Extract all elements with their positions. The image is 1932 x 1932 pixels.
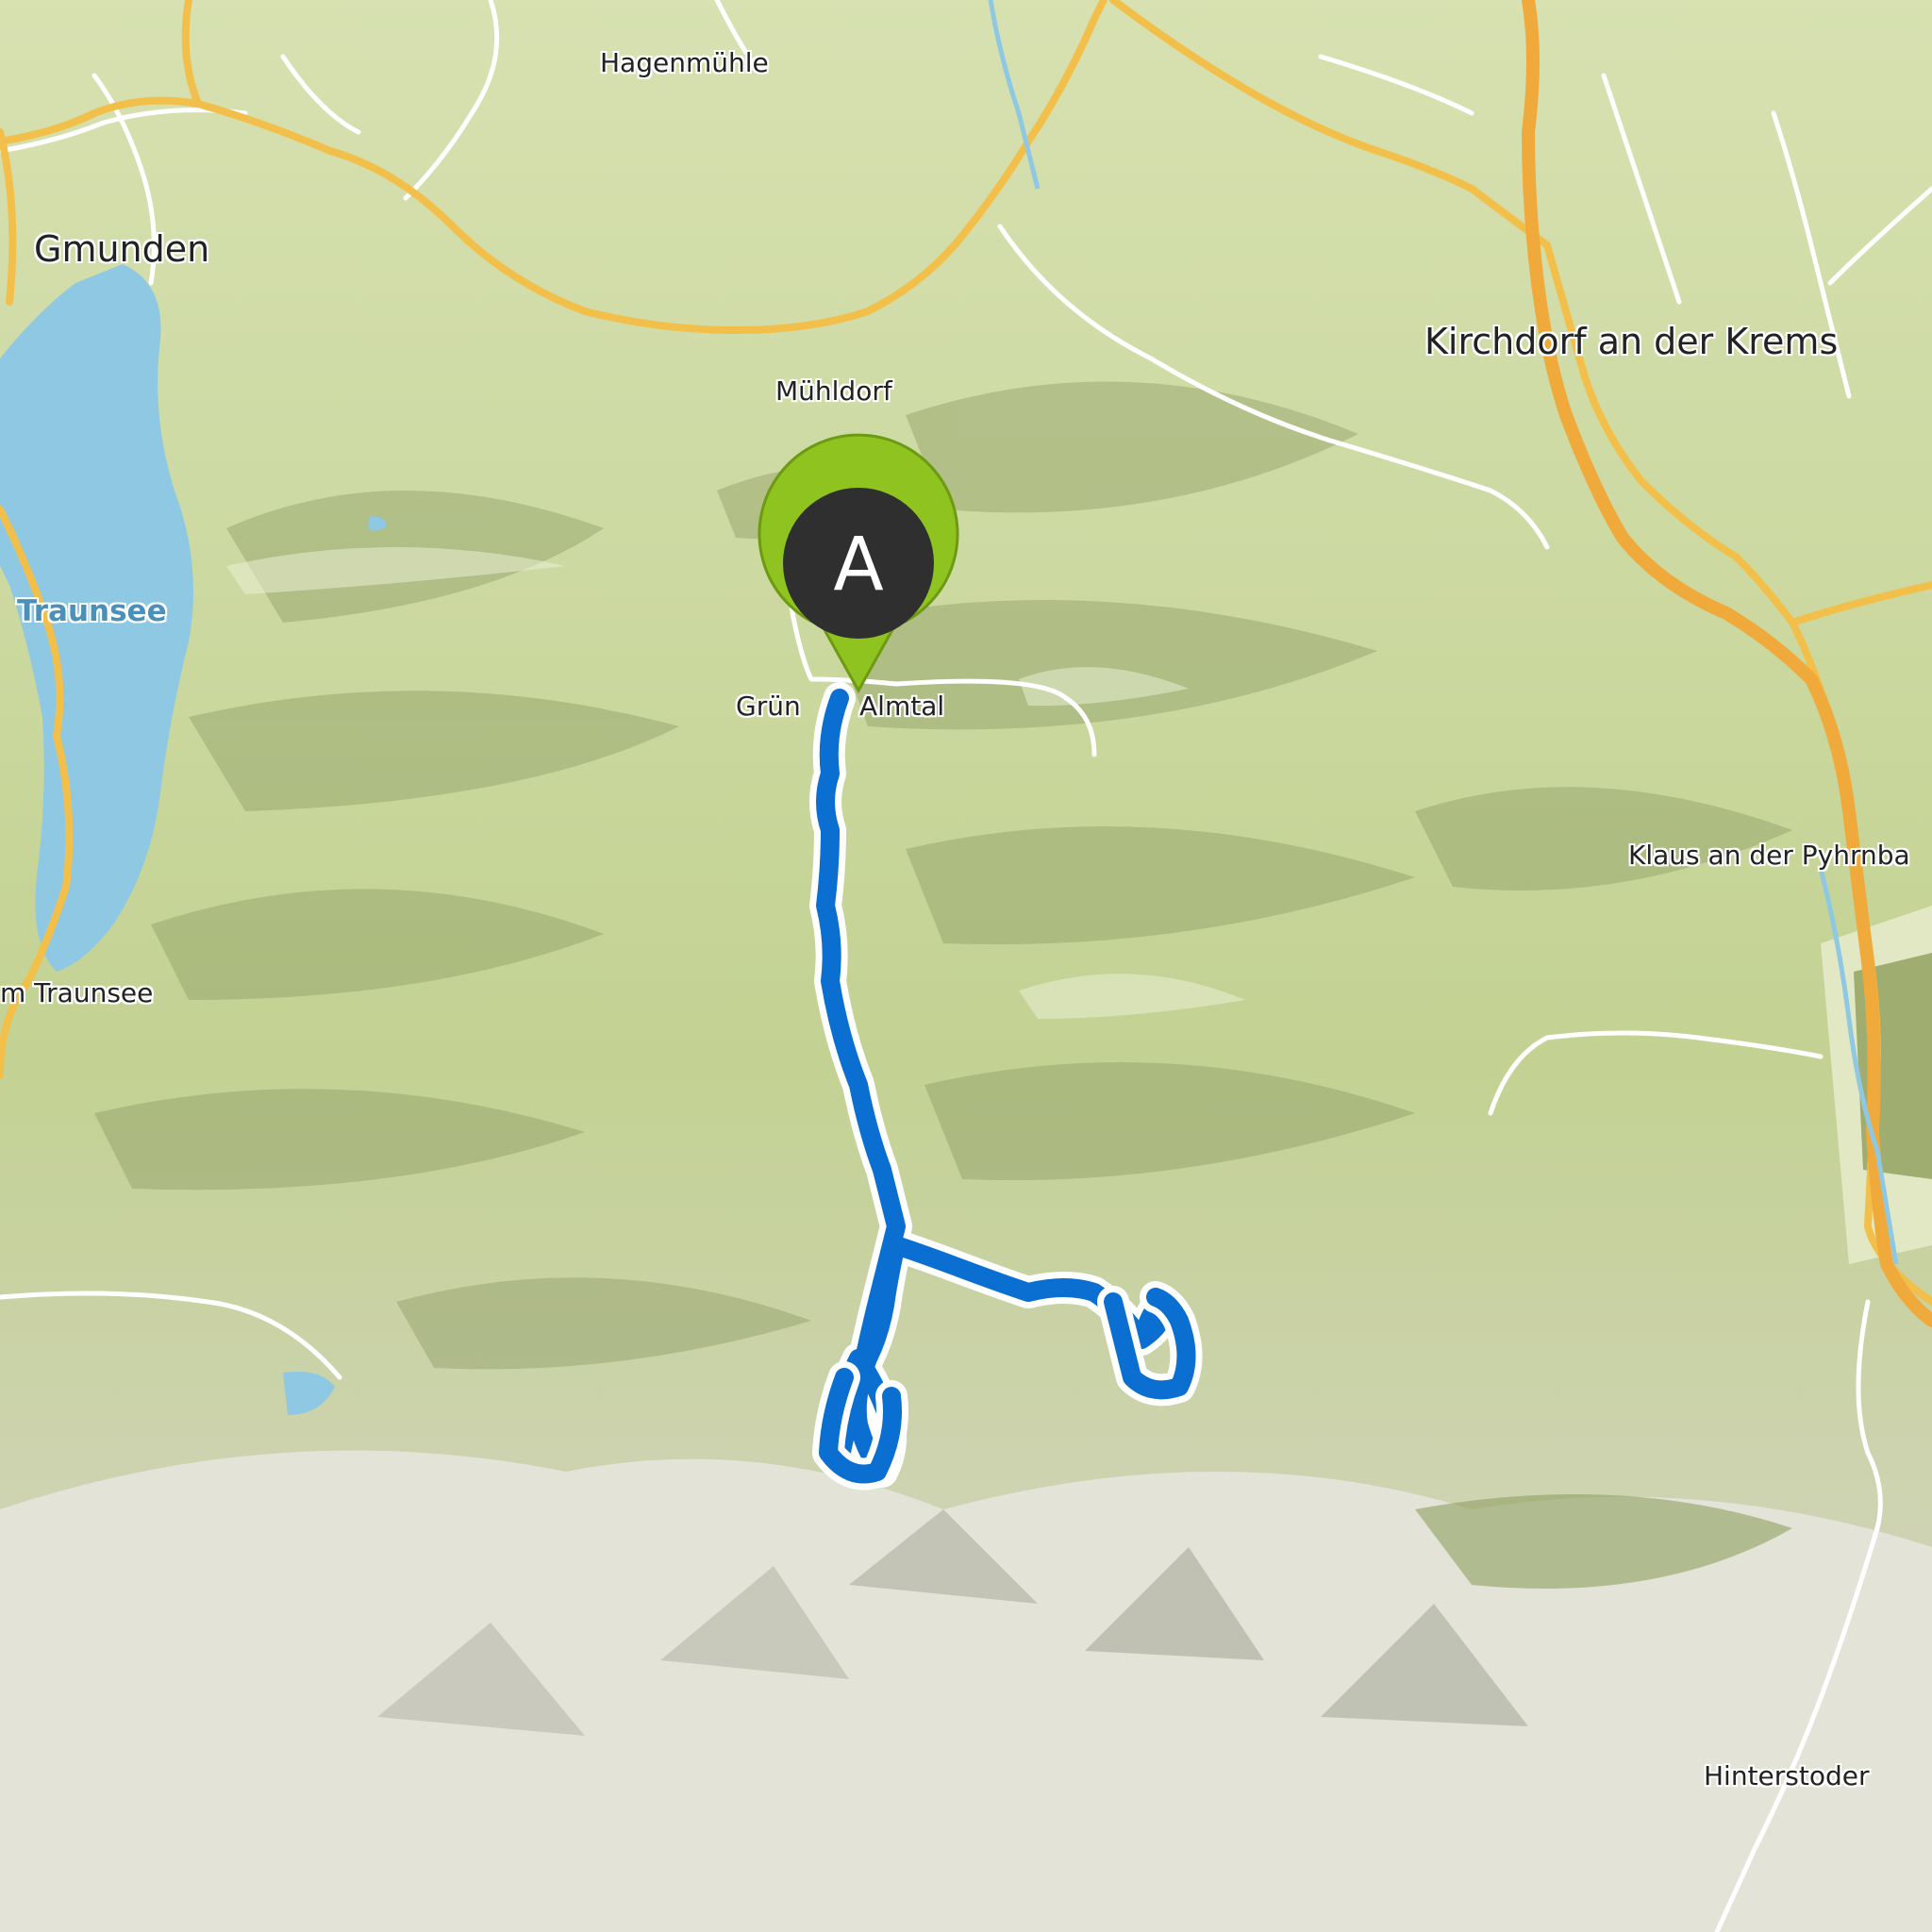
marker-letter: A: [833, 523, 883, 608]
place-label-gmunden: Gmunden: [34, 228, 210, 270]
place-label-hagenmuehle: Hagenmühle: [600, 47, 769, 78]
place-label-traunkirchen: m Traunsee: [0, 977, 154, 1008]
place-label-muehldorf: Mühldorf: [775, 375, 892, 407]
place-label-hinterstoder: Hinterstoder: [1704, 1760, 1870, 1791]
map-canvas[interactable]: A: [0, 0, 1932, 1932]
place-label-kirchdorf: Kirchdorf an der Krems: [1424, 321, 1839, 362]
lake-label-traunsee: Traunsee: [17, 594, 167, 628]
place-label-klaus: Klaus an der Pyhrnba: [1628, 840, 1910, 871]
alpine-rock-area: [0, 1450, 1932, 1932]
place-label-gruenau: Grün Almtal: [736, 691, 945, 722]
map-view[interactable]: A Gmunden Hagenmühle Mühldorf Kirchdorf …: [0, 0, 1932, 1932]
